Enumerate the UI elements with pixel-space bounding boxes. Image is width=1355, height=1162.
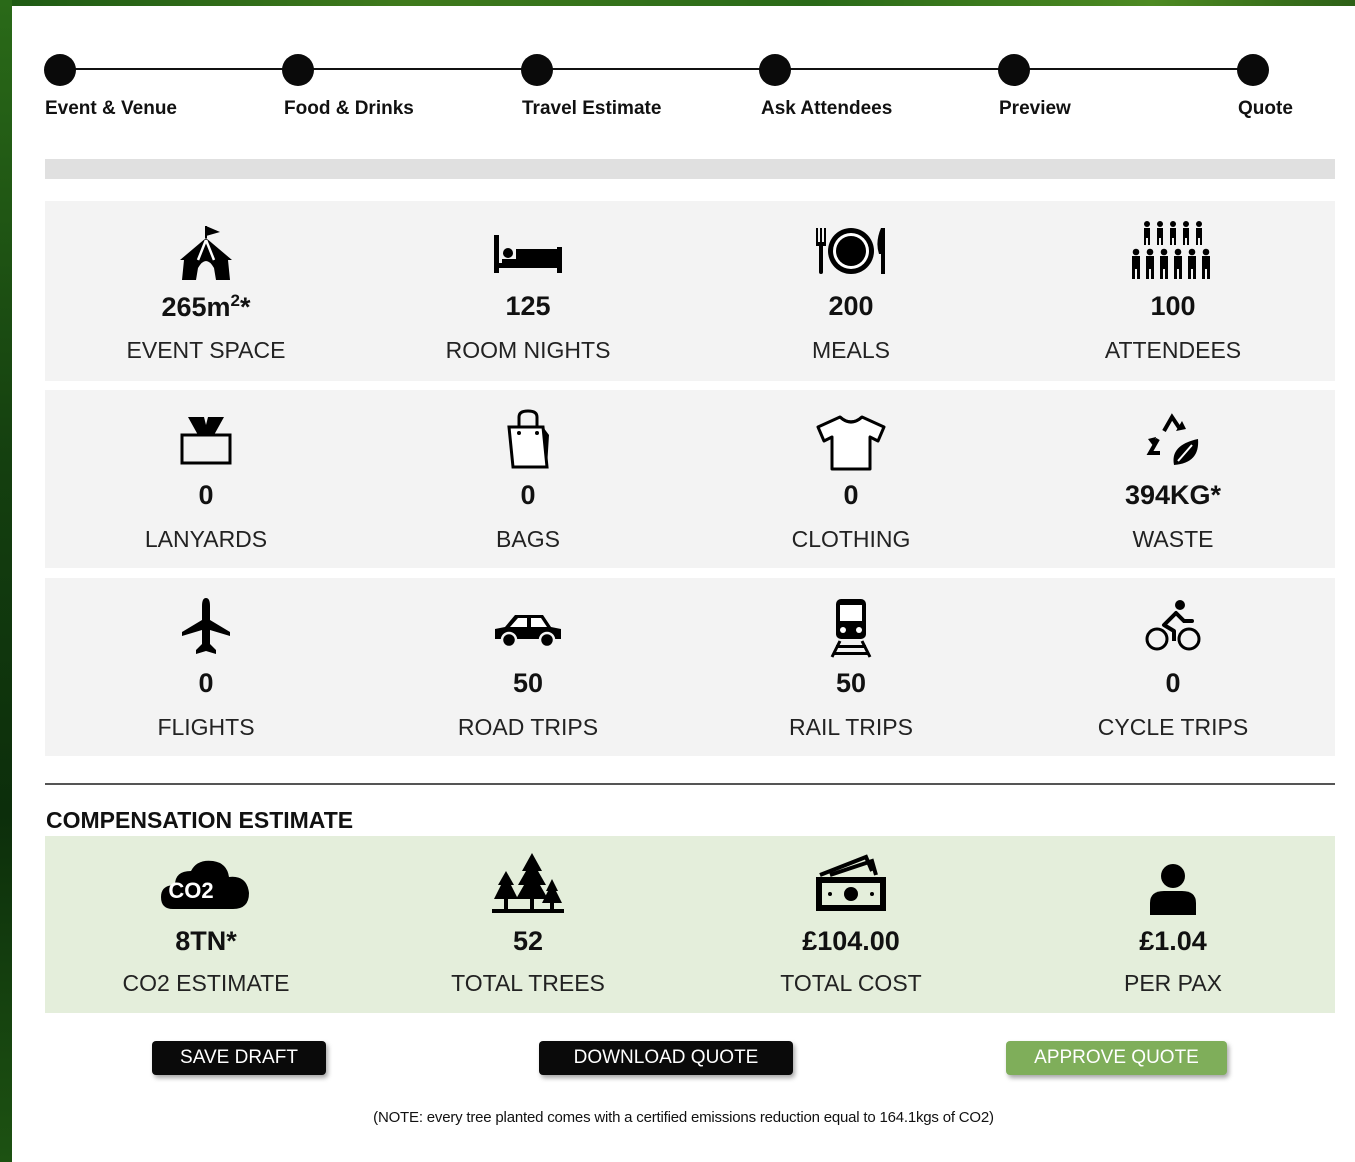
stat-label: ROAD TRIPS bbox=[457, 714, 599, 740]
stat-label: LANYARDS bbox=[144, 526, 268, 552]
stat-value: 0 bbox=[198, 480, 214, 510]
stat-value: 0 bbox=[843, 480, 859, 510]
bed-icon bbox=[491, 231, 565, 277]
stat-total-cost: £104.00 TOTAL COST bbox=[690, 836, 1012, 1013]
stat-value: £104.00 bbox=[802, 926, 900, 956]
download-quote-button[interactable]: DOWNLOAD QUOTE bbox=[539, 1041, 793, 1075]
stat-room-nights: 125 ROOM NIGHTS bbox=[367, 201, 689, 381]
step-label-quote[interactable]: Quote bbox=[1238, 98, 1293, 120]
stat-value: 52 bbox=[512, 926, 544, 956]
stat-waste: 394KG* WASTE bbox=[1012, 390, 1334, 568]
stat-value: 0 bbox=[520, 480, 536, 510]
stat-value-number: 265m bbox=[161, 292, 231, 322]
stat-value: 200 bbox=[828, 291, 874, 321]
stat-value: 394KG* bbox=[1124, 480, 1222, 510]
stat-per-pax: £1.04 PER PAX bbox=[1012, 836, 1334, 1013]
stat-value-suffix: * bbox=[240, 292, 251, 322]
stat-value: £1.04 bbox=[1139, 926, 1207, 956]
stat-event-space: 265m2* EVENT SPACE bbox=[45, 201, 367, 381]
stat-attendees: 100 ATTENDEES bbox=[1012, 201, 1334, 381]
progress-track bbox=[45, 159, 1335, 179]
usage-row-venue: 265m2* EVENT SPACE 125 ROOM NIGHTS 200 M… bbox=[45, 201, 1335, 381]
stat-label: EVENT SPACE bbox=[126, 337, 286, 363]
stat-label: BAGS bbox=[496, 526, 560, 552]
step-dot-ask-attendees[interactable] bbox=[759, 54, 791, 86]
stat-label: CO2 ESTIMATE bbox=[122, 970, 290, 996]
plate-cutlery-icon bbox=[812, 223, 890, 279]
cyclist-icon bbox=[1143, 598, 1203, 654]
stat-co2-estimate: CO2 8TN* CO2 ESTIMATE bbox=[45, 836, 367, 1013]
tent-icon bbox=[174, 223, 238, 283]
section-divider bbox=[45, 783, 1335, 785]
stat-value: 100 bbox=[1150, 291, 1196, 321]
step-dot-preview[interactable] bbox=[998, 54, 1030, 86]
stat-value: 125 bbox=[505, 291, 551, 321]
stat-road-trips: 50 ROAD TRIPS bbox=[367, 578, 689, 756]
stat-label: TOTAL TREES bbox=[451, 970, 605, 996]
stat-bags: 0 BAGS bbox=[367, 390, 689, 568]
stat-meals: 200 MEALS bbox=[690, 201, 1012, 381]
stat-value: 265m2* bbox=[45, 291, 367, 323]
stat-cycle-trips: 0 CYCLE TRIPS bbox=[1012, 578, 1334, 756]
co2-cloud-text: CO2 bbox=[168, 878, 214, 903]
people-group-icon bbox=[1128, 219, 1218, 285]
step-label-food-drinks[interactable]: Food & Drinks bbox=[284, 98, 414, 120]
co2-cloud-icon: CO2 bbox=[160, 854, 252, 914]
usage-row-travel: 0 FLIGHTS 50 ROAD TRIPS 50 RAIL TRIPS 0 … bbox=[45, 578, 1335, 756]
stat-label: CYCLE TRIPS bbox=[1097, 714, 1249, 740]
stat-value: 0 bbox=[1165, 668, 1181, 698]
stat-label: FLIGHTS bbox=[157, 714, 255, 740]
usage-row-materials: 0 LANYARDS 0 BAGS 0 CLOTHING 394KG* WAST… bbox=[45, 390, 1335, 568]
stat-label: ROOM NIGHTS bbox=[445, 337, 611, 363]
stat-total-trees: 52 TOTAL TREES bbox=[367, 836, 689, 1013]
stat-value: 50 bbox=[835, 668, 867, 698]
stat-label: ATTENDEES bbox=[1104, 337, 1242, 363]
tshirt-icon bbox=[813, 412, 889, 472]
compensation-row: CO2 8TN* CO2 ESTIMATE 52 TOTAL TREES £10… bbox=[45, 836, 1335, 1013]
money-icon bbox=[811, 852, 891, 916]
stat-flights: 0 FLIGHTS bbox=[45, 578, 367, 756]
stat-value: 8TN* bbox=[175, 926, 237, 956]
stat-rail-trips: 50 RAIL TRIPS bbox=[690, 578, 1012, 756]
stat-label: TOTAL COST bbox=[780, 970, 922, 996]
background-left-strip bbox=[0, 0, 12, 1162]
step-dot-quote[interactable] bbox=[1237, 54, 1269, 86]
lanyard-icon bbox=[176, 412, 236, 468]
recycle-leaf-icon bbox=[1143, 408, 1203, 470]
step-label-preview[interactable]: Preview bbox=[999, 98, 1071, 120]
quote-panel: Event & Venue Food & Drinks Travel Estim… bbox=[12, 6, 1355, 1162]
stat-label: CLOTHING bbox=[791, 526, 911, 552]
train-icon bbox=[828, 596, 874, 660]
step-dot-travel-estimate[interactable] bbox=[521, 54, 553, 86]
step-dot-event-venue[interactable] bbox=[44, 54, 76, 86]
tree-note: (NOTE: every tree planted comes with a c… bbox=[373, 1109, 994, 1126]
stat-value: 50 bbox=[512, 668, 544, 698]
approve-quote-button[interactable]: APPROVE QUOTE bbox=[1006, 1041, 1227, 1075]
person-icon bbox=[1147, 862, 1199, 916]
step-label-ask-attendees[interactable]: Ask Attendees bbox=[761, 98, 892, 120]
plane-icon bbox=[178, 594, 234, 658]
stat-label: RAIL TRIPS bbox=[789, 714, 913, 740]
trees-icon bbox=[491, 850, 565, 916]
step-label-travel-estimate[interactable]: Travel Estimate bbox=[522, 98, 661, 120]
bag-icon bbox=[503, 408, 553, 472]
stat-value-superscript: 2 bbox=[230, 291, 240, 310]
stat-label: PER PAX bbox=[1124, 970, 1222, 996]
stat-lanyards: 0 LANYARDS bbox=[45, 390, 367, 568]
stat-label: WASTE bbox=[1132, 526, 1214, 552]
car-icon bbox=[490, 608, 566, 650]
step-dot-food-drinks[interactable] bbox=[282, 54, 314, 86]
progress-steps: Event & Venue Food & Drinks Travel Estim… bbox=[12, 6, 1355, 146]
step-label-event-venue[interactable]: Event & Venue bbox=[45, 98, 177, 120]
compensation-title: COMPENSATION ESTIMATE bbox=[46, 807, 354, 833]
stat-label: MEALS bbox=[812, 337, 890, 363]
stat-clothing: 0 CLOTHING bbox=[690, 390, 1012, 568]
save-draft-button[interactable]: SAVE DRAFT bbox=[152, 1041, 326, 1075]
stat-value: 0 bbox=[198, 668, 214, 698]
progress-line bbox=[60, 68, 1253, 70]
